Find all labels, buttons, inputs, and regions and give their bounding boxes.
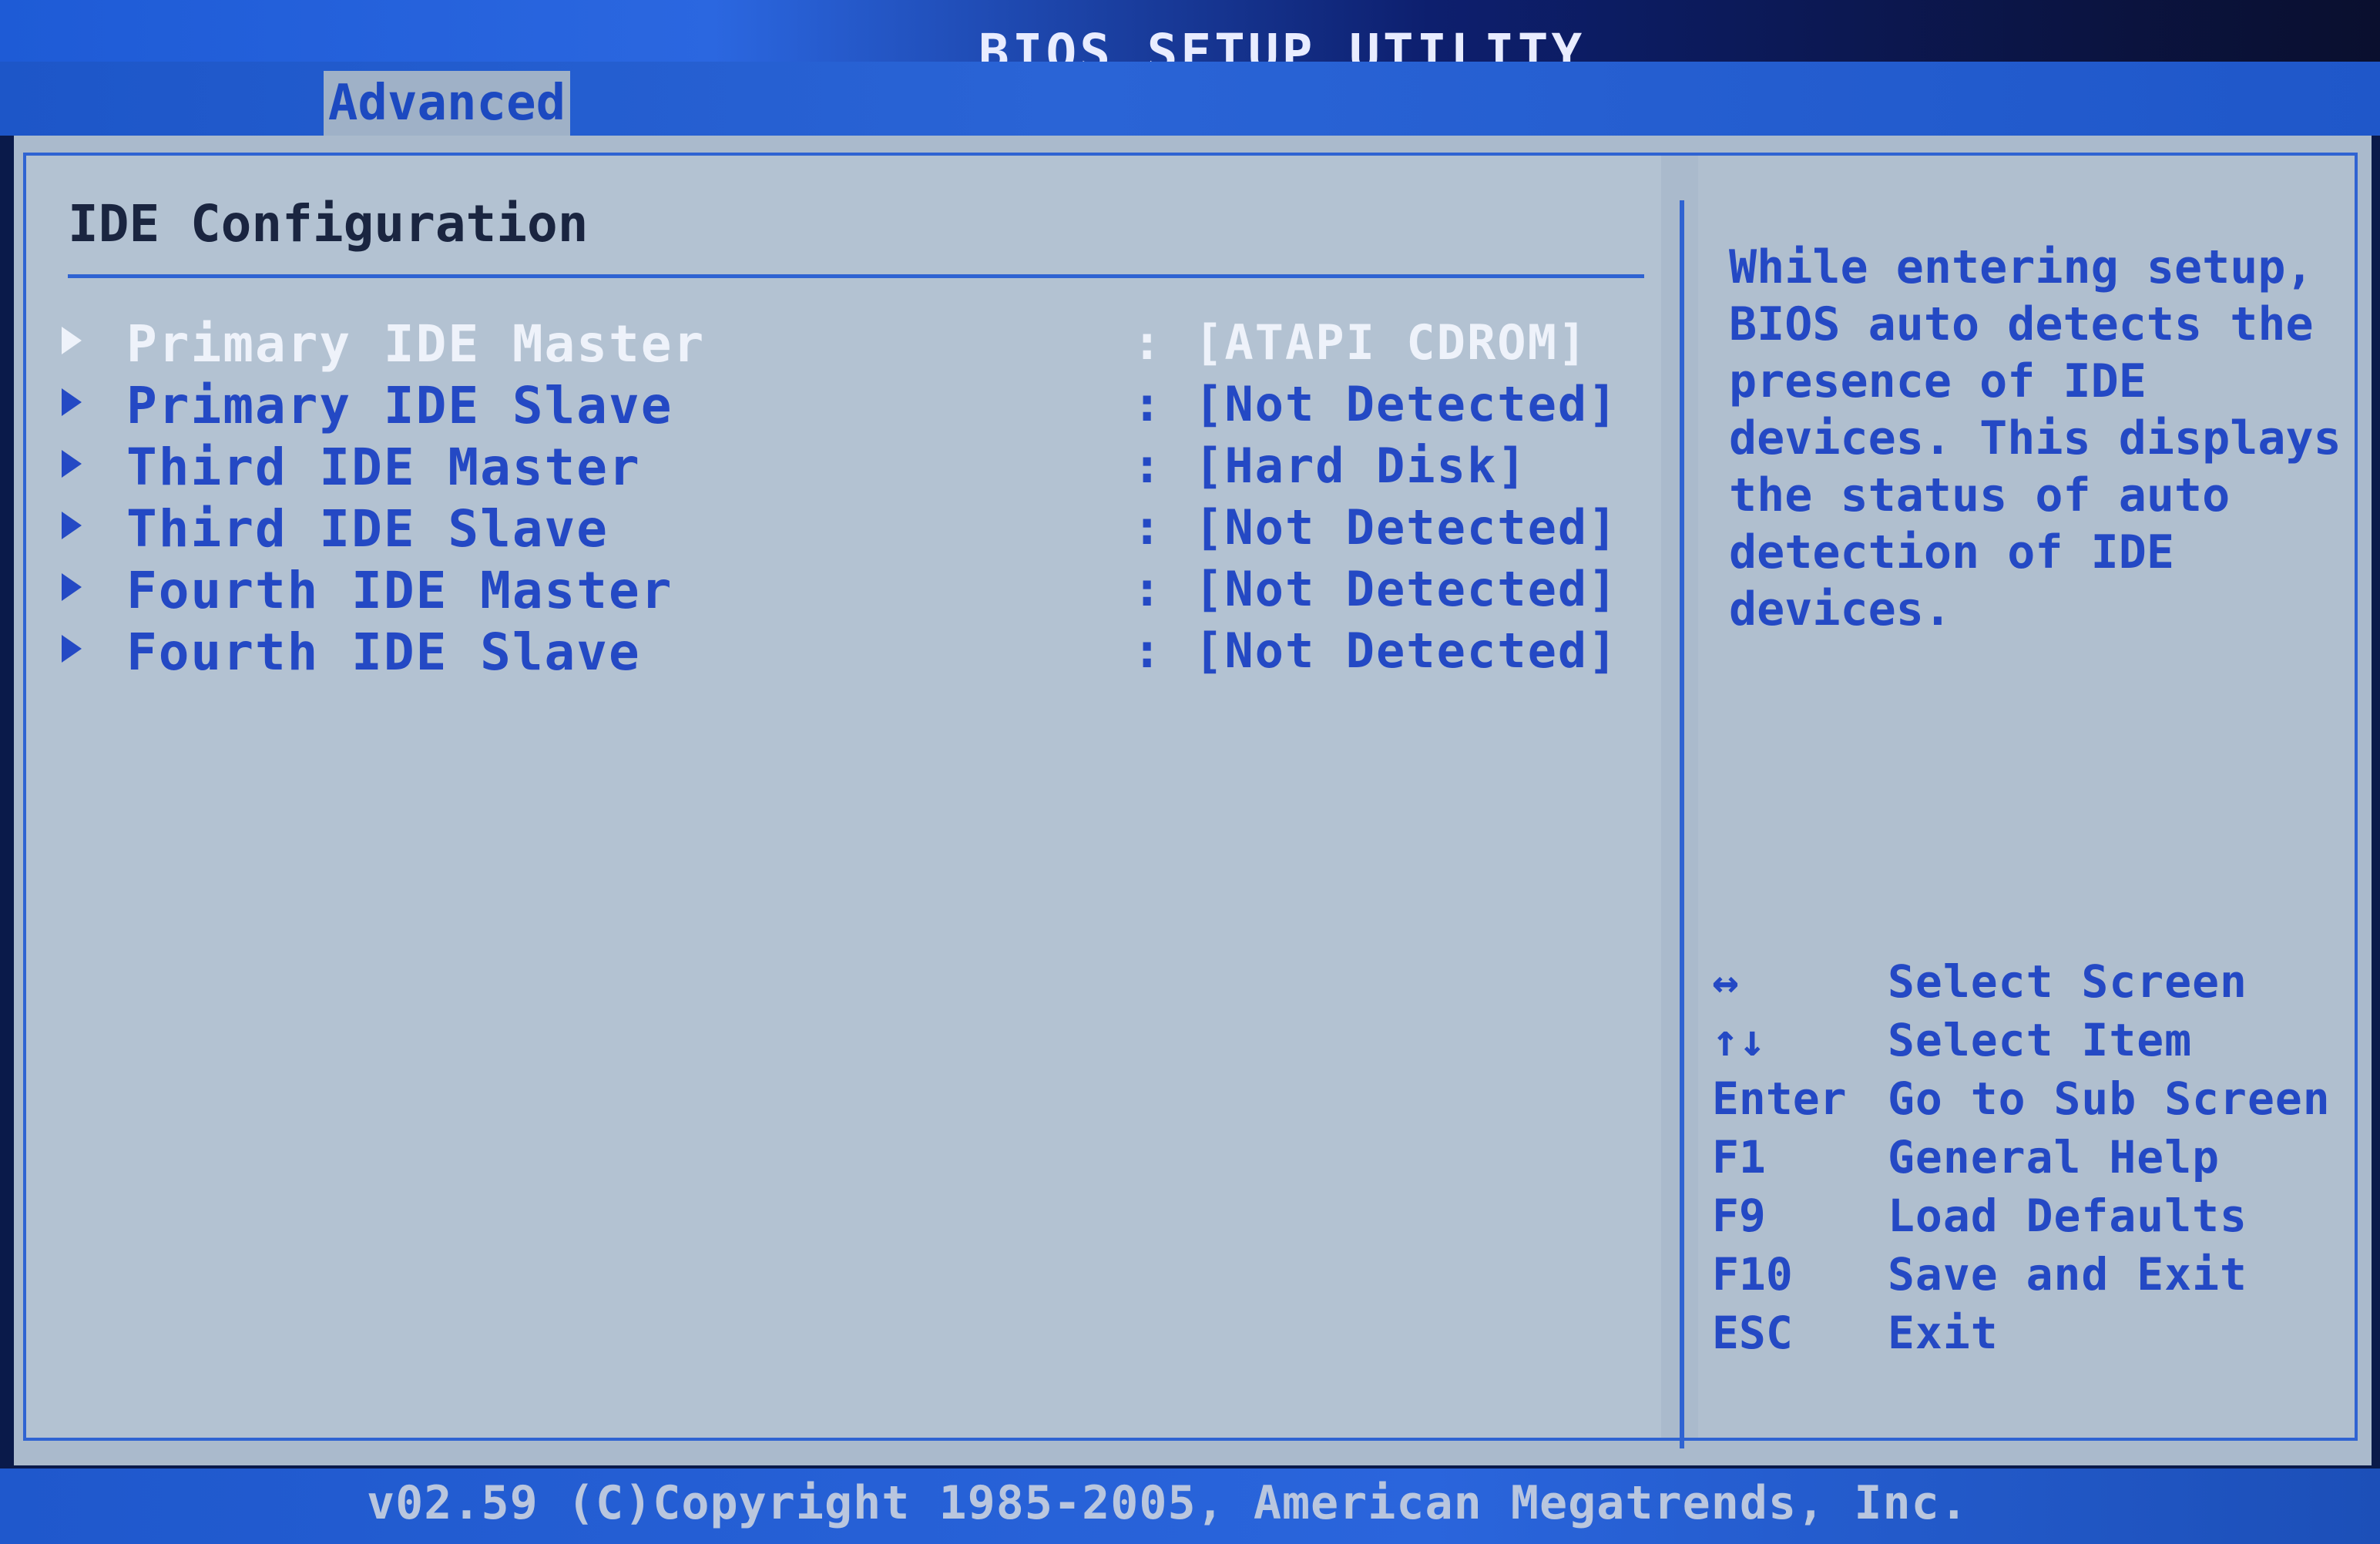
key-legend-select-item: ↑↓ Select Item: [1712, 1014, 2359, 1068]
menu-item-label: Primary IDE Master: [126, 314, 706, 374]
help-line: presence of IDE: [1729, 354, 2147, 408]
menu-item-label: Third IDE Master: [126, 438, 641, 497]
menu-item-fourth-ide-slave[interactable]: Fourth IDE Slave : [Not Detected]: [62, 623, 1641, 682]
key-name: ESC: [1712, 1307, 1793, 1359]
key-description: General Help: [1888, 1131, 2221, 1183]
menu-item-primary-ide-slave[interactable]: Primary IDE Slave : [Not Detected]: [62, 376, 1641, 435]
bios-screen: BIOS SETUP UTILITY Advanced IDE Configur…: [0, 0, 2380, 1544]
help-text: While entering setup, BIOS auto detects …: [1729, 239, 2345, 638]
help-line: devices.: [1729, 582, 1952, 636]
key-name: Enter: [1712, 1072, 1847, 1125]
help-line: devices. This displays: [1729, 411, 2341, 465]
menu-item-value: [Not Detected]: [1194, 561, 1619, 617]
menu-item-value: [Hard Disk]: [1194, 438, 1528, 494]
submenu-arrow-icon: [62, 635, 82, 663]
key-legend-enter: Enter Go to Sub Screen: [1712, 1072, 2359, 1126]
key-description: Select Screen: [1888, 955, 2247, 1008]
separator: :: [1133, 561, 1162, 617]
submenu-arrow-icon: [62, 573, 82, 601]
menu-item-label: Primary IDE Slave: [126, 376, 673, 435]
help-line: the status of auto: [1729, 468, 2231, 522]
help-line: detection of IDE: [1729, 525, 2174, 579]
key-name: F9: [1712, 1190, 1766, 1242]
key-description: Select Item: [1888, 1014, 2193, 1066]
up-down-arrows-icon: ↑↓: [1712, 1014, 1766, 1066]
submenu-arrow-icon: [62, 327, 82, 354]
key-description: Go to Sub Screen: [1888, 1072, 2331, 1125]
copyright-text: v02.59 (C)Copyright 1985-2005, American …: [367, 1476, 1969, 1530]
menu-item-third-ide-master[interactable]: Third IDE Master : [Hard Disk]: [62, 438, 1641, 497]
separator: :: [1133, 499, 1162, 556]
separator: :: [1133, 438, 1162, 494]
menu-item-label: Fourth IDE Slave: [126, 623, 641, 682]
section-divider: [68, 274, 1644, 278]
key-legend-select-screen: ↔ Select Screen: [1712, 955, 2359, 1009]
key-legend-f10: F10 Save and Exit: [1712, 1248, 2359, 1302]
separator: :: [1133, 623, 1162, 679]
submenu-arrow-icon: [62, 388, 82, 416]
separator: :: [1133, 376, 1162, 432]
key-name: F1: [1712, 1131, 1766, 1183]
submenu-arrow-icon: [62, 512, 82, 539]
key-name: F10: [1712, 1248, 1793, 1301]
panel-divider: [1680, 200, 1684, 1448]
menu-item-value: [Not Detected]: [1194, 623, 1619, 679]
menu-item-value: [Not Detected]: [1194, 376, 1619, 432]
menu-item-label: Third IDE Slave: [126, 499, 609, 559]
menu-item-third-ide-slave[interactable]: Third IDE Slave : [Not Detected]: [62, 499, 1641, 559]
section-title: IDE Configuration: [68, 194, 589, 253]
tab-advanced[interactable]: Advanced: [324, 71, 570, 136]
menu-item-fourth-ide-master[interactable]: Fourth IDE Master : [Not Detected]: [62, 561, 1641, 620]
separator: :: [1133, 314, 1162, 371]
help-line: BIOS auto detects the: [1729, 297, 2314, 351]
key-description: Exit: [1888, 1307, 1999, 1359]
submenu-arrow-icon: [62, 450, 82, 478]
key-description: Load Defaults: [1888, 1190, 2247, 1242]
key-description: Save and Exit: [1888, 1248, 2247, 1301]
menu-item-value: [Not Detected]: [1194, 499, 1619, 556]
key-legend-esc: ESC Exit: [1712, 1307, 2359, 1361]
menu-item-value: [ATAPI CDROM]: [1194, 314, 1589, 371]
menu-item-label: Fourth IDE Master: [126, 561, 673, 620]
help-line: While entering setup,: [1729, 240, 2314, 294]
key-legend-f9: F9 Load Defaults: [1712, 1190, 2359, 1244]
key-legend-f1: F1 General Help: [1712, 1131, 2359, 1185]
left-right-arrows-icon: ↔: [1712, 955, 1739, 1008]
menu-item-primary-ide-master[interactable]: Primary IDE Master : [ATAPI CDROM]: [62, 314, 1641, 374]
